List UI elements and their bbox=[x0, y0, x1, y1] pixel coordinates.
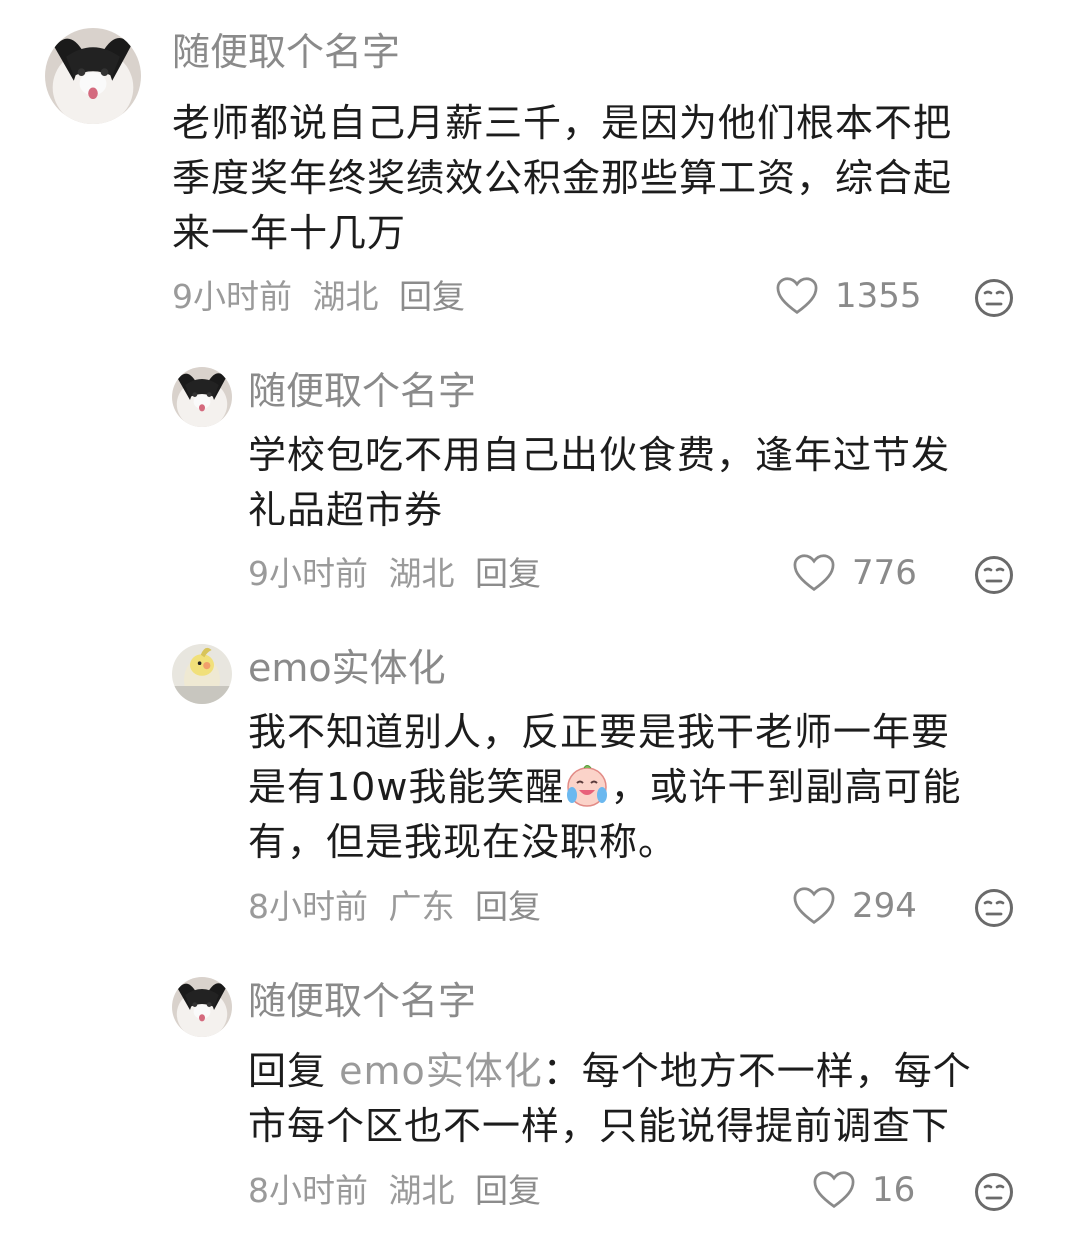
meh-face-icon[interactable] bbox=[974, 1172, 1014, 1212]
location: 湖北 bbox=[388, 554, 455, 593]
comment-line: 来一年十几万 bbox=[172, 211, 407, 255]
cat-avatar[interactable] bbox=[45, 28, 141, 124]
comment-meta: 8小时前 湖北 回复 bbox=[248, 1171, 551, 1211]
comment-fragment: 是有10w我能笑醒 bbox=[248, 765, 565, 809]
comment-fragment: ：每个地方不一样，每个 bbox=[542, 1049, 972, 1093]
heart-outline-icon bbox=[792, 886, 836, 926]
username[interactable]: emo实体化 bbox=[248, 646, 446, 690]
like-button[interactable]: 1355 bbox=[775, 276, 922, 316]
comment-line: 季度奖年终奖绩效公积金那些算工资，综合起 bbox=[172, 156, 953, 200]
cat-avatar[interactable] bbox=[172, 977, 232, 1037]
cat-avatar[interactable] bbox=[172, 367, 232, 427]
comment-line: 我不知道别人，反正要是我干老师一年要 bbox=[248, 710, 951, 754]
like-button[interactable]: 776 bbox=[792, 553, 917, 593]
username[interactable]: 随便取个名字 bbox=[172, 30, 400, 74]
username[interactable]: 随便取个名字 bbox=[248, 979, 476, 1023]
comment-line: 有，但是我现在没职称。 bbox=[248, 820, 678, 864]
like-count: 776 bbox=[852, 553, 917, 593]
comment-meta: 9小时前 湖北 回复 bbox=[248, 554, 551, 594]
timestamp: 9小时前 bbox=[248, 554, 368, 593]
like-count: 16 bbox=[872, 1170, 916, 1210]
comment-line: 老师都说自己月薪三千，是因为他们根本不把 bbox=[172, 101, 953, 145]
reply-button[interactable]: 回复 bbox=[475, 887, 541, 926]
reply-button[interactable]: 回复 bbox=[475, 554, 541, 593]
comment-meta: 8小时前 广东 回复 bbox=[248, 887, 551, 927]
reply-button[interactable]: 回复 bbox=[475, 1171, 541, 1210]
meh-face-icon[interactable] bbox=[974, 278, 1014, 318]
comment-text: 我不知道别人，反正要是我干老师一年要 是有10w我能笑醒 ，或许干到副高可能 有… bbox=[248, 705, 961, 870]
meh-face-icon[interactable] bbox=[974, 555, 1014, 595]
meh-face-icon[interactable] bbox=[974, 888, 1014, 928]
username[interactable]: 随便取个名字 bbox=[248, 369, 476, 413]
comment-fragment: ，或许干到副高可能 bbox=[610, 765, 962, 809]
comment-text: 学校包吃不用自己出伙食费，逢年过节发 礼品超市券 bbox=[248, 428, 950, 538]
comment-text: 老师都说自己月薪三千，是因为他们根本不把 季度奖年终奖绩效公积金那些算工资，综合… bbox=[172, 96, 952, 261]
heart-outline-icon bbox=[792, 553, 836, 593]
heart-outline-icon bbox=[775, 276, 819, 316]
like-button[interactable]: 294 bbox=[792, 886, 917, 926]
comment-line: 是有10w我能笑醒 ，或许干到副高可能 bbox=[248, 760, 961, 815]
heart-outline-icon bbox=[812, 1170, 856, 1210]
comment-line: 市每个区也不一样，只能说得提前调查下 bbox=[248, 1104, 951, 1148]
laughing-crying-emoji bbox=[567, 765, 608, 807]
like-count: 1355 bbox=[835, 276, 922, 316]
reply-button[interactable]: 回复 bbox=[399, 277, 465, 316]
comment-meta: 9小时前 湖北 回复 bbox=[172, 277, 475, 317]
comment-text: 回复 emo实体化：每个地方不一样，每个 市每个区也不一样，只能说得提前调查下 bbox=[248, 1044, 972, 1154]
like-count: 294 bbox=[852, 886, 917, 926]
timestamp: 9小时前 bbox=[172, 277, 292, 316]
bird-avatar[interactable] bbox=[172, 644, 232, 704]
reply-target-user[interactable]: emo实体化 bbox=[339, 1049, 543, 1093]
location: 湖北 bbox=[312, 277, 379, 316]
reply-prefix: 回复 bbox=[248, 1049, 327, 1093]
timestamp: 8小时前 bbox=[248, 1171, 368, 1210]
timestamp: 8小时前 bbox=[248, 887, 368, 926]
comment-line: 礼品超市券 bbox=[248, 488, 444, 532]
comment-line: 学校包吃不用自己出伙食费，逢年过节发 bbox=[248, 433, 951, 477]
like-button[interactable]: 16 bbox=[812, 1170, 915, 1210]
comment-line: 回复 emo实体化：每个地方不一样，每个 bbox=[248, 1044, 972, 1099]
location: 湖北 bbox=[388, 1171, 455, 1210]
location: 广东 bbox=[388, 887, 455, 926]
